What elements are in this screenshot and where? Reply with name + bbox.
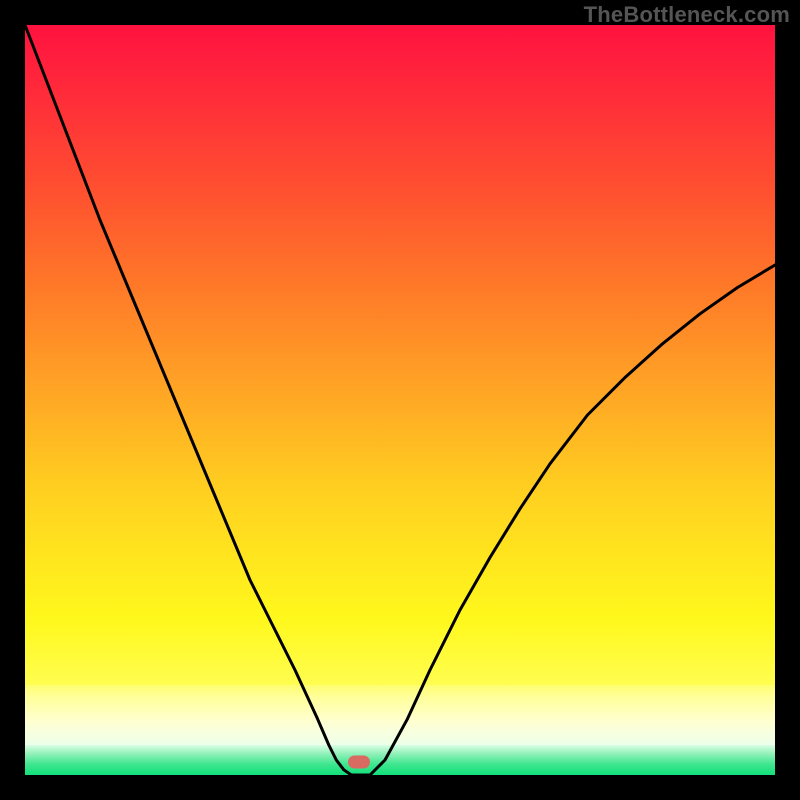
bottleneck-curve [25, 25, 775, 775]
curve-svg [25, 25, 775, 775]
optimum-marker [348, 756, 370, 769]
plot-area [25, 25, 775, 775]
chart-frame: TheBottleneck.com [0, 0, 800, 800]
